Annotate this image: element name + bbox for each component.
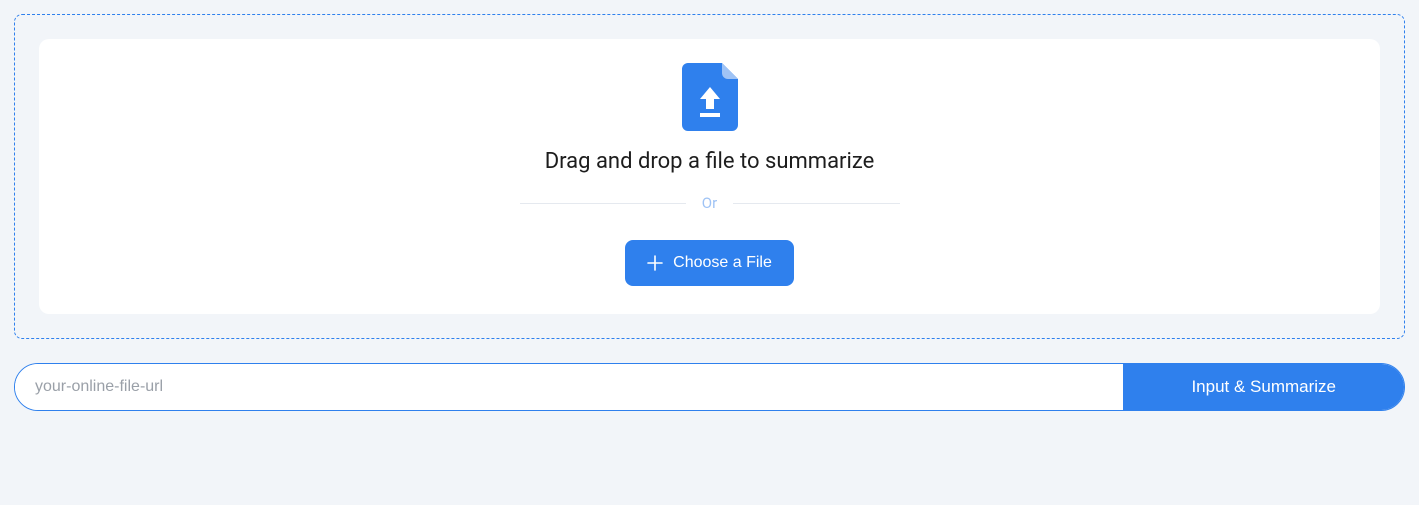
url-input-row: Input & Summarize: [14, 363, 1405, 411]
dropzone-content: Drag and drop a file to summarize Or Cho…: [39, 39, 1380, 314]
divider-or-text: Or: [702, 194, 717, 212]
choose-file-label: Choose a File: [673, 254, 772, 272]
divider-line-right: [733, 203, 899, 204]
input-summarize-button[interactable]: Input & Summarize: [1123, 364, 1404, 410]
file-dropzone[interactable]: Drag and drop a file to summarize Or Cho…: [14, 14, 1405, 339]
divider: Or: [520, 194, 900, 212]
choose-file-button[interactable]: Choose a File: [625, 240, 794, 286]
divider-line-left: [520, 203, 686, 204]
plus-icon: [647, 255, 663, 271]
url-input[interactable]: [15, 364, 1123, 410]
upload-file-icon: [682, 63, 738, 131]
dropzone-title: Drag and drop a file to summarize: [545, 149, 875, 174]
